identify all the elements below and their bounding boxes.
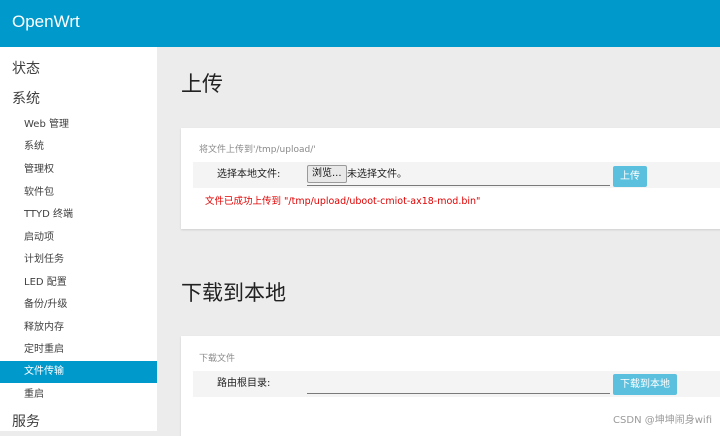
download-hint: 下载文件 — [199, 354, 236, 364]
download-button[interactable]: 下载到本地 — [613, 374, 677, 395]
upload-hint: 将文件上传到'/tmp/upload/' — [199, 145, 316, 155]
upload-panel: 将文件上传到'/tmp/upload/' 选择本地文件: 浏览... 未选择文件… — [181, 128, 720, 229]
sidebar-item-startup[interactable]: 启动项 — [0, 227, 157, 249]
local-file-label: 选择本地文件: — [217, 169, 281, 180]
browse-button[interactable]: 浏览... — [307, 165, 347, 183]
sidebar-item-led[interactable]: LED 配置 — [0, 272, 157, 294]
nav-services[interactable]: 服务 — [12, 413, 40, 431]
download-path-input[interactable] — [307, 393, 610, 394]
sidebar-item-admin[interactable]: 管理权 — [0, 159, 157, 181]
file-input-underline[interactable] — [307, 185, 610, 186]
nav-system[interactable]: 系统 — [12, 90, 40, 108]
sidebar-item-file-transfer[interactable]: 文件传输 — [0, 361, 157, 383]
brand-logo[interactable]: OpenWrt — [12, 12, 80, 32]
watermark: CSDN @坤坤闹身wifi — [613, 415, 712, 426]
sidebar-item-scheduled-reboot[interactable]: 定时重启 — [0, 339, 157, 361]
sidebar-item-ttyd[interactable]: TTYD 终端 — [0, 204, 157, 226]
top-bar: OpenWrt — [0, 0, 720, 47]
sidebar-item-release-memory[interactable]: 释放内存 — [0, 317, 157, 339]
router-root-label: 路由根目录: — [217, 378, 271, 389]
main-content: 上传 将文件上传到'/tmp/upload/' 选择本地文件: 浏览... 未选… — [157, 47, 720, 436]
sidebar-item-packages[interactable]: 软件包 — [0, 182, 157, 204]
download-title: 下载到本地 — [181, 281, 286, 305]
upload-title: 上传 — [181, 72, 223, 96]
nav-status[interactable]: 状态 — [12, 60, 40, 78]
sidebar: 状态 系统 Web 管理 系统 管理权 软件包 TTYD 终端 启动项 计划任务… — [0, 47, 157, 431]
sidebar-item-web-admin[interactable]: Web 管理 — [0, 114, 157, 136]
file-status: 未选择文件。 — [347, 169, 407, 180]
sidebar-item-cron[interactable]: 计划任务 — [0, 249, 157, 271]
sidebar-item-reboot[interactable]: 重启 — [0, 384, 157, 406]
sidebar-item-backup[interactable]: 备份/升级 — [0, 294, 157, 316]
upload-button[interactable]: 上传 — [613, 166, 647, 187]
sidebar-item-system[interactable]: 系统 — [0, 136, 157, 158]
upload-success-message: 文件已成功上传到 "/tmp/upload/uboot-cmiot-ax18-m… — [205, 196, 481, 207]
